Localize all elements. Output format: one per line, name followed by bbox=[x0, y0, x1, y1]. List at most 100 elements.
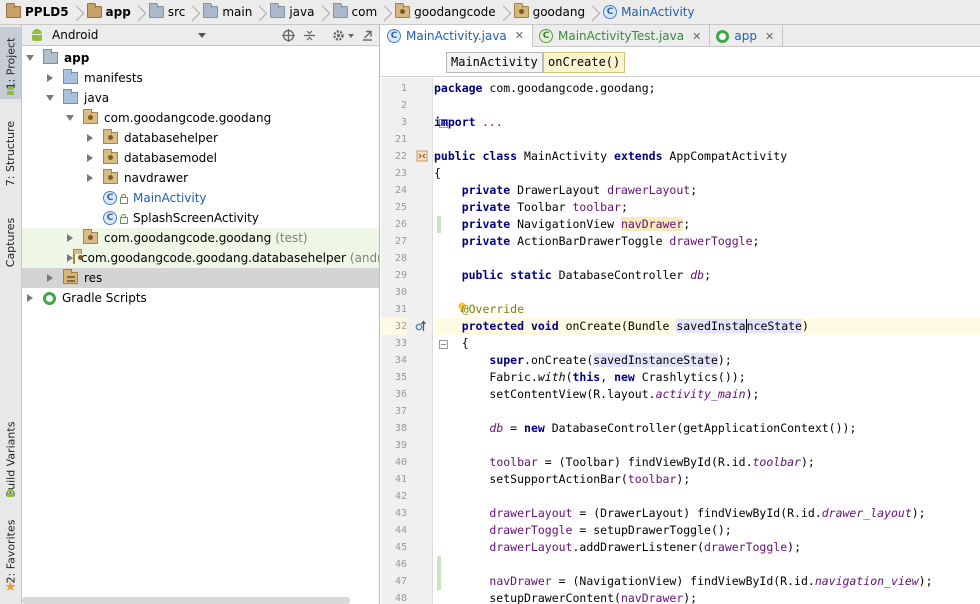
breadcrumb-item-goodang[interactable]: goodang bbox=[512, 2, 590, 23]
method-breadcrumb-class[interactable]: MainActivity bbox=[446, 52, 543, 73]
breadcrumb-item-src[interactable]: src bbox=[147, 2, 190, 23]
code-token: DatabaseController(getApplicationContext… bbox=[544, 421, 857, 435]
breadcrumb-item-java[interactable]: java bbox=[268, 2, 318, 23]
code-line-34: super.onCreate(savedInstanceState); bbox=[434, 352, 980, 369]
code-token: = (Toolbar) findViewById(R.id. bbox=[537, 455, 753, 469]
tree-item-java[interactable]: java bbox=[22, 88, 379, 108]
structure-tool-button[interactable]: 7: Structure bbox=[0, 113, 21, 193]
code-token: savedInstanceState bbox=[593, 353, 718, 367]
line-number: 40 bbox=[394, 457, 407, 468]
collapse-arrow-icon[interactable] bbox=[45, 273, 55, 283]
expand-arrow-icon[interactable] bbox=[25, 53, 35, 63]
code-token: setupDrawerContent( bbox=[434, 591, 621, 604]
tree-item-databasehelper[interactable]: databasehelper bbox=[22, 128, 379, 148]
code-token: private bbox=[461, 234, 511, 248]
code-token: ); bbox=[745, 387, 760, 401]
code-token: public class bbox=[434, 149, 518, 163]
tree-item-main-package[interactable]: com.goodangcode.goodang bbox=[22, 108, 379, 128]
line-number: 1 bbox=[400, 83, 407, 94]
tab-mainactivitytest-java[interactable]: C MainActivityTest.java ✕ bbox=[533, 25, 711, 47]
code-token: private bbox=[461, 217, 511, 231]
class-icon: C bbox=[603, 5, 618, 19]
code-line-44: drawerToggle = setupDrawerToggle(); bbox=[434, 522, 980, 539]
tree-item-res[interactable]: res bbox=[22, 268, 379, 288]
code-line-36: setContentView(R.layout.activity_main); bbox=[434, 386, 980, 403]
tree-item-test-package[interactable]: com.goodangcode.goodang (test) bbox=[22, 228, 379, 248]
breadcrumb-item-app[interactable]: app bbox=[85, 2, 135, 23]
project-tool-window: Android app manifests java com.goodangco… bbox=[22, 25, 380, 604]
line-number: 21 bbox=[394, 134, 407, 145]
project-view-mode: Android bbox=[52, 28, 99, 42]
code-line-38: db = new DatabaseController(getApplicati… bbox=[434, 420, 980, 437]
collapse-arrow-icon[interactable] bbox=[85, 173, 95, 183]
code-line-43: drawerLayout = (DrawerLayout) findViewBy… bbox=[434, 505, 980, 522]
close-icon[interactable]: ✕ bbox=[765, 30, 774, 43]
tree-item-androidtest-package[interactable]: com.goodangcode.goodang.databasehelper (… bbox=[22, 248, 379, 268]
code-token: nceState bbox=[745, 319, 802, 333]
line-number: 33 bbox=[394, 338, 407, 349]
tree-item-gradle-scripts[interactable]: Gradle Scripts bbox=[22, 288, 379, 308]
code-line-22: public class MainActivity extends AppCom… bbox=[434, 148, 980, 165]
code-token: ActionBarDrawerToggle bbox=[510, 234, 670, 248]
breadcrumb-item-main[interactable]: main bbox=[201, 2, 256, 23]
collapse-arrow-icon[interactable] bbox=[85, 133, 95, 143]
collapse-arrow-icon[interactable] bbox=[85, 153, 95, 163]
chevron-down-icon bbox=[198, 33, 206, 38]
layout-file-icon[interactable] bbox=[416, 150, 428, 162]
code-line-35: Fabric.with(this, new Crashlytics()); bbox=[434, 369, 980, 386]
tree-item-app[interactable]: app bbox=[22, 48, 379, 68]
line-number: 35 bbox=[394, 372, 407, 383]
collapse-arrow-icon[interactable] bbox=[65, 233, 75, 243]
collapse-all-icon[interactable] bbox=[303, 29, 316, 42]
breadcrumb-item-ppld5[interactable]: PPLD5 bbox=[4, 2, 73, 23]
code-token: ; bbox=[690, 183, 698, 197]
collapse-arrow-icon[interactable] bbox=[25, 293, 35, 303]
line-number: 48 bbox=[394, 593, 407, 604]
horizontal-scrollbar[interactable] bbox=[22, 597, 350, 604]
line-number: 27 bbox=[394, 236, 407, 247]
code-token: navDrawer bbox=[620, 217, 684, 231]
code-token: new bbox=[524, 421, 545, 435]
code-token: toolbar bbox=[627, 472, 677, 486]
gradle-icon bbox=[716, 29, 730, 43]
line-number: 2 bbox=[400, 100, 407, 111]
hide-panel-icon[interactable] bbox=[361, 29, 374, 42]
line-number: 43 bbox=[394, 508, 407, 519]
tree-item-databasemodel[interactable]: databasemodel bbox=[22, 148, 379, 168]
captures-tool-button[interactable]: Captures bbox=[0, 211, 21, 273]
tree-item-manifests[interactable]: manifests bbox=[22, 68, 379, 88]
left-tool-window-stripe: 1: Project 7: Structure Captures Build V… bbox=[0, 25, 22, 604]
project-view-selector[interactable]: Android bbox=[22, 25, 212, 45]
scroll-from-source-icon[interactable] bbox=[282, 29, 295, 42]
tree-item-navdrawer[interactable]: navdrawer bbox=[22, 168, 379, 188]
breadcrumb-item-com[interactable]: com bbox=[331, 2, 382, 23]
method-breadcrumb-method[interactable]: onCreate() bbox=[543, 52, 626, 73]
code-area[interactable]: package com.goodangcode.goodang; import … bbox=[434, 78, 980, 604]
code-line-45: drawerLayout.addDrawerListener(drawerTog… bbox=[434, 539, 980, 556]
close-icon[interactable]: ✕ bbox=[692, 30, 701, 43]
class-icon: C bbox=[387, 28, 401, 43]
gear-icon[interactable] bbox=[332, 29, 345, 42]
folder-icon bbox=[332, 3, 348, 18]
override-method-icon[interactable] bbox=[415, 320, 427, 332]
tree-item-mainactivity[interactable]: C MainActivity bbox=[22, 188, 379, 208]
gear-dropdown-arrow-icon[interactable] bbox=[347, 29, 355, 42]
tab-app-gradle[interactable]: app ✕ bbox=[710, 25, 784, 47]
line-number-current: 32 bbox=[381, 318, 407, 335]
module-folder-icon bbox=[86, 3, 102, 18]
expand-arrow-icon[interactable] bbox=[45, 93, 55, 103]
tab-mainactivity-java[interactable]: C MainActivity.java ✕ bbox=[381, 25, 533, 47]
breadcrumb-item-mainactivity[interactable]: C MainActivity bbox=[601, 2, 699, 23]
editor-tab-bar: C MainActivity.java ✕ C MainActivityTest… bbox=[381, 25, 980, 47]
tree-item-splashscreenactivity[interactable]: C SplashScreenActivity bbox=[22, 208, 379, 228]
code-token: onCreate(Bundle bbox=[558, 319, 677, 333]
code-token: extends bbox=[614, 149, 663, 163]
collapse-arrow-icon[interactable] bbox=[45, 73, 55, 83]
close-icon[interactable]: ✕ bbox=[515, 29, 524, 42]
expand-arrow-icon[interactable] bbox=[65, 113, 75, 123]
favorites-tool-button[interactable]: 2: Favorites bbox=[0, 517, 21, 585]
breadcrumb-item-goodangcode[interactable]: goodangcode bbox=[393, 2, 499, 23]
